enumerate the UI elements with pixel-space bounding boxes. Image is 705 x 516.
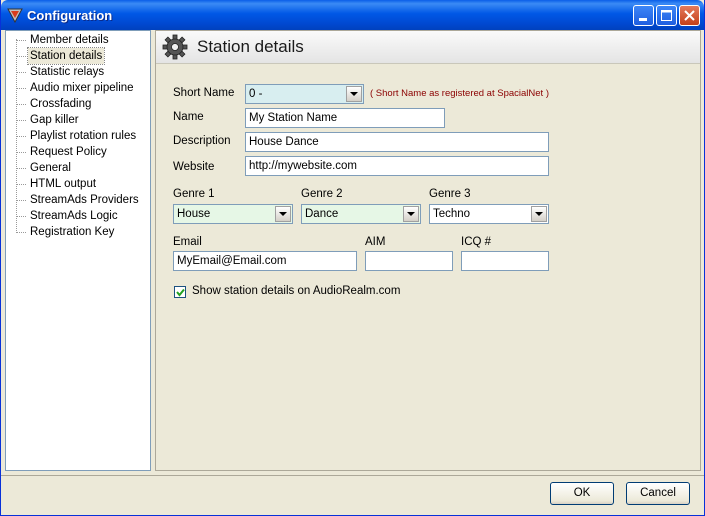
maximize-icon <box>661 10 672 21</box>
tree-item-label: Statistic relays <box>30 66 105 78</box>
genre3-value: Techno <box>433 208 471 220</box>
description-field[interactable]: House Dance <box>245 132 549 152</box>
name-field[interactable]: My Station Name <box>245 108 445 128</box>
maximize-button[interactable] <box>656 5 677 26</box>
show-details-checkbox[interactable] <box>174 286 186 298</box>
email-field[interactable]: MyEmail@Email.com <box>173 251 357 271</box>
genre3-combo[interactable]: Techno <box>429 204 549 224</box>
gear-icon <box>162 34 188 60</box>
minimize-button[interactable] <box>633 5 654 26</box>
short-name-label: Short Name <box>173 87 235 99</box>
genre2-value: Dance <box>305 208 339 220</box>
genre3-label: Genre 3 <box>429 188 471 200</box>
icq-field[interactable] <box>461 251 549 271</box>
chevron-down-icon <box>535 212 543 216</box>
panel-header: Station details <box>156 31 700 64</box>
station-details-panel: Station details Short Name 0 - ( Short N… <box>155 30 701 471</box>
checkmark-icon <box>176 288 185 297</box>
tree-connector <box>16 39 17 231</box>
short-name-combo[interactable]: 0 - <box>245 84 364 104</box>
tree-item-label: Crossfading <box>30 98 92 110</box>
minimize-icon <box>639 18 647 21</box>
email-label: Email <box>173 236 202 248</box>
tree-item-label: StreamAds Providers <box>30 194 139 206</box>
tree-item-label: StreamAds Logic <box>30 210 118 222</box>
show-details-label[interactable]: Show station details on AudioRealm.com <box>192 285 400 297</box>
genre1-dropdown-arrow[interactable] <box>275 206 291 222</box>
configuration-window: Configuration Member details Station det… <box>0 0 705 516</box>
aim-label: AIM <box>365 236 386 248</box>
genre1-combo[interactable]: House <box>173 204 293 224</box>
genre2-label: Genre 2 <box>301 188 343 200</box>
name-label: Name <box>173 111 204 123</box>
tree-item-label: Gap killer <box>30 114 79 126</box>
genre2-dropdown-arrow[interactable] <box>403 206 419 222</box>
chevron-down-icon <box>279 212 287 216</box>
chevron-down-icon <box>407 212 415 216</box>
short-name-dropdown-arrow[interactable] <box>346 86 362 102</box>
tree-item-label: HTML output <box>30 178 97 190</box>
ok-button[interactable]: OK <box>550 482 614 505</box>
tree-item-label: Playlist rotation rules <box>30 130 137 142</box>
tree-item-label: Station details <box>26 47 106 65</box>
genre3-dropdown-arrow[interactable] <box>531 206 547 222</box>
tree-item-label: Request Policy <box>30 146 107 158</box>
short-name-hint: ( Short Name as registered at SpacialNet… <box>370 88 549 99</box>
icq-label: ICQ # <box>461 236 492 248</box>
website-field[interactable]: http://mywebsite.com <box>245 156 549 176</box>
footer-divider <box>1 475 704 476</box>
genre1-label: Genre 1 <box>173 188 215 200</box>
website-label: Website <box>173 161 215 173</box>
cancel-button[interactable]: Cancel <box>626 482 690 505</box>
aim-field[interactable] <box>365 251 453 271</box>
settings-tree[interactable]: Member details Station details Statistic… <box>5 30 151 471</box>
genre2-combo[interactable]: Dance <box>301 204 421 224</box>
close-icon <box>684 10 695 21</box>
tree-item-label: General <box>30 162 71 174</box>
panel-title: Station details <box>197 37 304 56</box>
tree-item-label: Audio mixer pipeline <box>30 82 134 94</box>
short-name-value: 0 - <box>249 88 263 100</box>
chevron-down-icon <box>350 92 358 96</box>
genre1-value: House <box>177 208 211 220</box>
tree-item-label: Registration Key <box>30 226 115 238</box>
description-label: Description <box>173 135 231 147</box>
sam-logo-icon <box>7 8 23 23</box>
title-bar[interactable]: Configuration <box>1 0 704 30</box>
tree-item-label: Member details <box>30 34 109 46</box>
close-button[interactable] <box>679 5 700 26</box>
window-title: Configuration <box>27 8 113 23</box>
